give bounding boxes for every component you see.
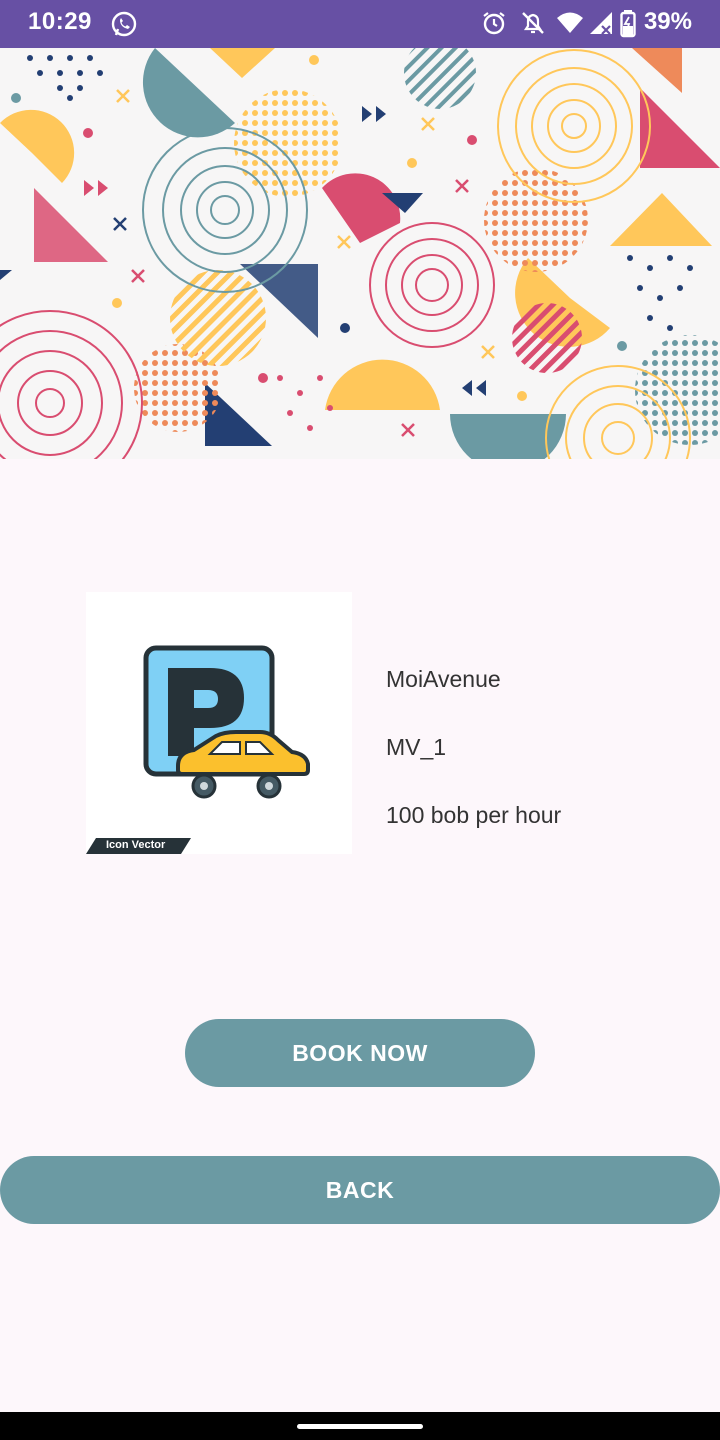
wifi-icon bbox=[556, 10, 584, 41]
status-bar: 10:29 39% bbox=[0, 0, 720, 48]
navigation-bar bbox=[0, 1412, 720, 1440]
parking-logo: Icon Vector bbox=[86, 592, 352, 854]
back-button[interactable]: BACK bbox=[0, 1156, 720, 1224]
alarm-icon bbox=[481, 10, 507, 41]
parking-rate: 100 bob per hour bbox=[386, 802, 562, 828]
notifications-off-icon bbox=[520, 10, 546, 41]
home-gesture-handle[interactable] bbox=[297, 1424, 423, 1429]
battery-percentage: 39% bbox=[643, 8, 692, 35]
status-time: 10:29 bbox=[28, 8, 92, 35]
parking-car-icon bbox=[86, 645, 310, 854]
book-now-button[interactable]: BOOK NOW bbox=[185, 1019, 535, 1087]
battery-icon bbox=[620, 10, 636, 43]
whatsapp-icon bbox=[110, 10, 138, 43]
signal-icon bbox=[588, 10, 614, 41]
parking-code: MV_1 bbox=[386, 734, 447, 760]
banner-image bbox=[0, 48, 720, 459]
parking-name: MoiAvenue bbox=[386, 666, 501, 692]
icon-vector-badge: Icon Vector bbox=[106, 839, 166, 851]
